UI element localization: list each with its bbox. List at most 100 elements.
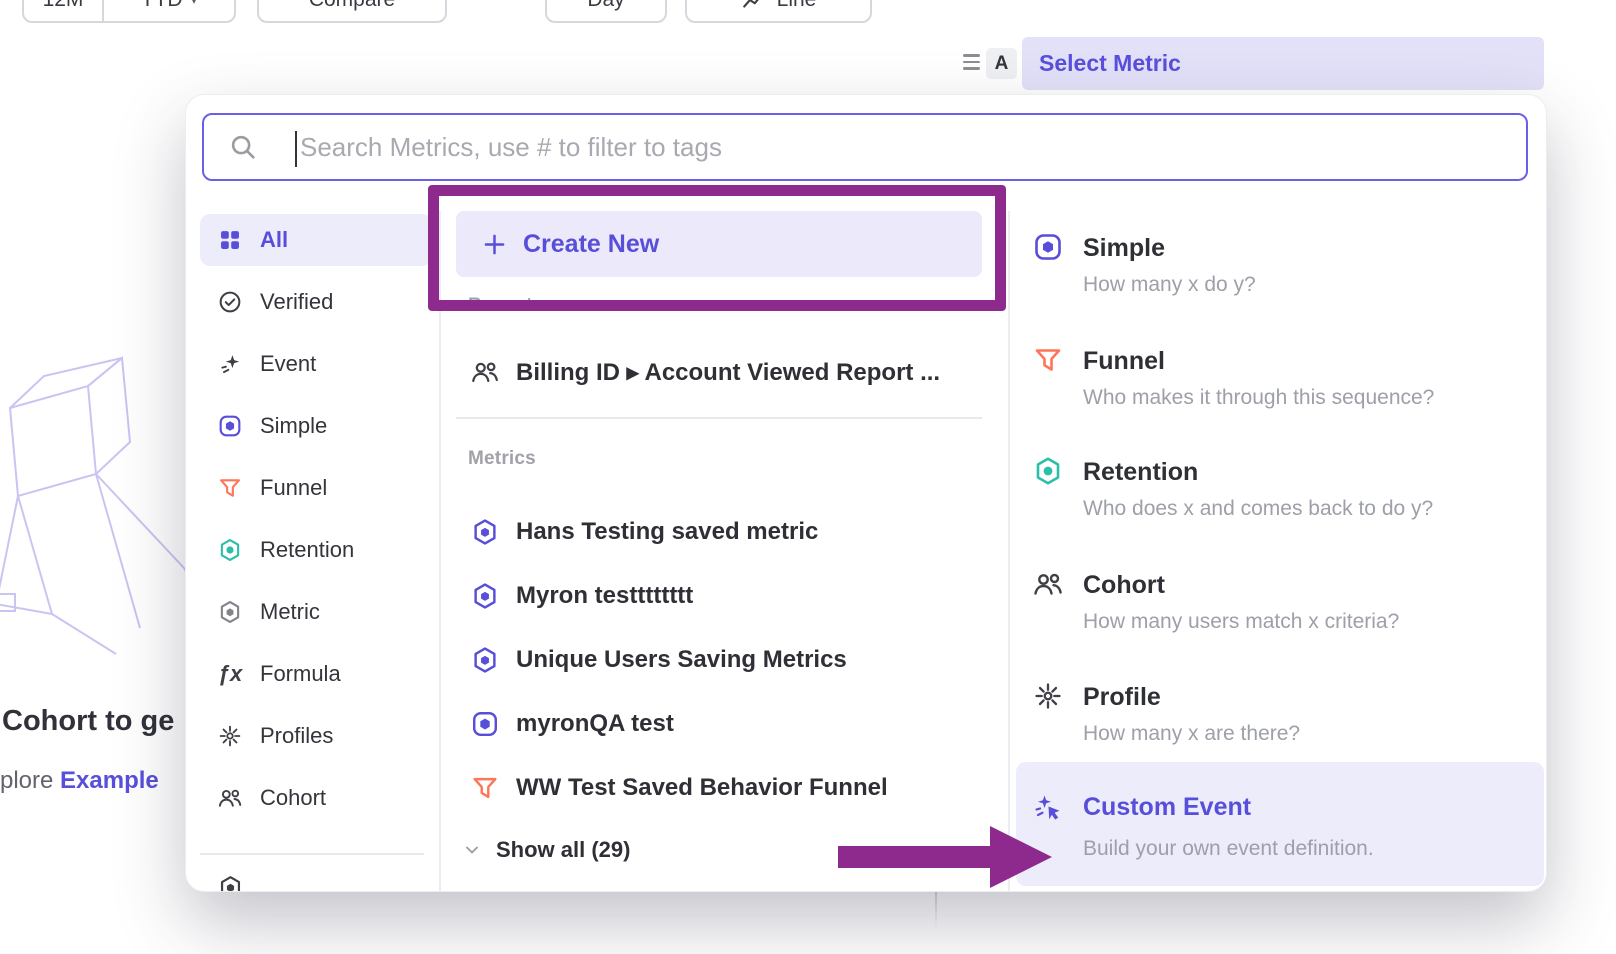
chart-type-line-button[interactable]: Line [685, 0, 872, 23]
panel-divider [935, 885, 937, 930]
sidebar-item-profiles[interactable]: Profiles [200, 710, 432, 762]
metric-type-cohort[interactable]: Cohort How many users match x criteria? [1016, 558, 1544, 650]
sidebar-item-label: Funnel [260, 475, 327, 501]
saved-metric-item[interactable]: Hans Testing saved metric [456, 508, 982, 556]
verified-badge-icon [217, 289, 243, 315]
example-reports-link[interactable]: Example [60, 767, 159, 794]
metric-type-title: Funnel [1083, 347, 1165, 376]
metric-type-description: How many x are there? [1083, 722, 1300, 746]
metric-type-custom-event[interactable]: Custom Event Build your own event defini… [1016, 762, 1544, 886]
metric-type-profile[interactable]: Profile How many x are there? [1016, 670, 1544, 762]
metric-type-description: Who makes it through this sequence? [1083, 386, 1434, 410]
sidebar-item-all[interactable]: All [200, 214, 432, 266]
create-new-label: Create New [523, 230, 659, 259]
funnel-icon [1032, 344, 1064, 376]
saved-metric-label: myronQA test [516, 710, 674, 738]
line-chart-icon [741, 0, 767, 13]
simple-icon [217, 413, 243, 439]
sidebar-item-verified[interactable]: Verified [200, 276, 432, 328]
search-input[interactable] [204, 115, 1526, 179]
show-all-button[interactable]: Show all (29) [462, 837, 630, 863]
metrics-heading: Metrics [468, 448, 536, 470]
create-new-button[interactable]: Create New [456, 211, 982, 277]
search-box [202, 113, 1528, 181]
range-ytd-label: YTD [140, 0, 182, 12]
cohort-people-icon [470, 357, 500, 387]
sidebar-item-cohort[interactable]: Cohort [200, 772, 432, 824]
series-a-badge: A [986, 48, 1017, 79]
metric-hexagon-icon [470, 517, 500, 547]
sidebar-item-simple[interactable]: Simple [200, 400, 432, 452]
simple-icon [1032, 231, 1064, 263]
metric-type-simple[interactable]: Simple How many x do y? [1016, 221, 1544, 313]
retention-icon [217, 537, 243, 563]
grid-icon [217, 227, 243, 253]
saved-metric-item[interactable]: Myron testttttttt [456, 572, 982, 620]
sidebar-divider [200, 853, 424, 855]
range-12m-label: 12M [43, 0, 84, 12]
day-label: Day [587, 0, 624, 12]
chevron-down-icon [462, 840, 482, 860]
profiles-flower-icon [1032, 680, 1064, 712]
range-12m-button[interactable]: 12M [24, 0, 102, 21]
sidebar-item-label: Metric [260, 599, 320, 625]
sidebar-item-funnel[interactable]: Funnel [200, 462, 432, 514]
sidebar-item-formula[interactable]: ƒx Formula [200, 648, 432, 700]
sidebar-item-label: Simple [260, 413, 327, 439]
sidebar-item-label: Retention [260, 537, 354, 563]
cohort-people-icon [1032, 568, 1064, 600]
saved-metric-label: WW Test Saved Behavior Funnel [516, 774, 888, 802]
metric-type-title: Profile [1083, 683, 1161, 712]
range-ytd-button[interactable]: YTD ▾ [102, 0, 234, 21]
metric-hexagon-icon [470, 645, 500, 675]
background-heading-fragment: Cohort to ge [2, 705, 174, 738]
metric-type-title: Cohort [1083, 571, 1165, 600]
section-divider [456, 417, 982, 419]
column-divider [439, 211, 441, 891]
retention-icon [1032, 455, 1064, 487]
metric-type-description: Who does x and comes back to do y? [1083, 497, 1433, 521]
wireframe-graphic [0, 336, 202, 666]
sidebar-item-label: All [260, 227, 288, 253]
sidebar-item-label: Cohort [260, 785, 326, 811]
column-divider [1008, 211, 1010, 891]
chevron-down-icon: ▾ [190, 0, 197, 8]
sidebar-item-label: Event [260, 351, 316, 377]
metric-type-retention[interactable]: Retention Who does x and comes back to d… [1016, 445, 1544, 537]
clipped-sidebar-icon [217, 874, 244, 891]
compare-button[interactable]: Compare [257, 0, 447, 23]
saved-metric-label: Myron testttttttt [516, 582, 693, 610]
metric-picker-modal: All Verified Event Simple Funnel Retenti… [186, 95, 1546, 891]
funnel-icon [470, 773, 500, 803]
sidebar-item-label: Profiles [260, 723, 333, 749]
sidebar-item-event[interactable]: Event [200, 338, 432, 390]
show-all-label: Show all (29) [496, 837, 630, 863]
sidebar-item-metric[interactable]: Metric [200, 586, 432, 638]
category-sidebar: All Verified Event Simple Funnel Retenti… [200, 214, 432, 834]
recent-item-label: Billing ID ▸ Account Viewed Report ... [516, 358, 940, 387]
plus-icon [482, 232, 507, 257]
drag-handle-icon[interactable] [963, 54, 980, 70]
metric-type-title: Simple [1083, 234, 1165, 263]
granularity-day-button[interactable]: Day [545, 0, 667, 23]
saved-metric-item[interactable]: myronQA test [456, 700, 982, 748]
sidebar-item-label: Verified [260, 289, 333, 315]
metric-type-funnel[interactable]: Funnel Who makes it through this sequenc… [1016, 334, 1544, 426]
simple-icon [470, 709, 500, 739]
cohort-people-icon [217, 785, 243, 811]
saved-metric-item[interactable]: WW Test Saved Behavior Funnel [456, 764, 982, 812]
compare-label: Compare [309, 0, 395, 12]
metric-type-title: Custom Event [1083, 793, 1251, 822]
recents-heading: Recents [468, 295, 543, 317]
saved-metric-item[interactable]: Unique Users Saving Metrics [456, 636, 982, 684]
metric-type-title: Retention [1083, 458, 1198, 487]
sidebar-item-label: Formula [260, 661, 341, 687]
select-metric-field[interactable]: Select Metric [1022, 37, 1544, 90]
sidebar-item-retention[interactable]: Retention [200, 524, 432, 576]
recent-item[interactable]: Billing ID ▸ Account Viewed Report ... [456, 343, 982, 401]
background-paragraph-fragment: plore Example [0, 767, 159, 795]
event-spark-icon [217, 351, 243, 377]
metric-type-description: How many users match x criteria? [1083, 610, 1399, 634]
body-fragment: plore [0, 767, 60, 794]
metric-type-description: Build your own event definition. [1083, 837, 1374, 861]
